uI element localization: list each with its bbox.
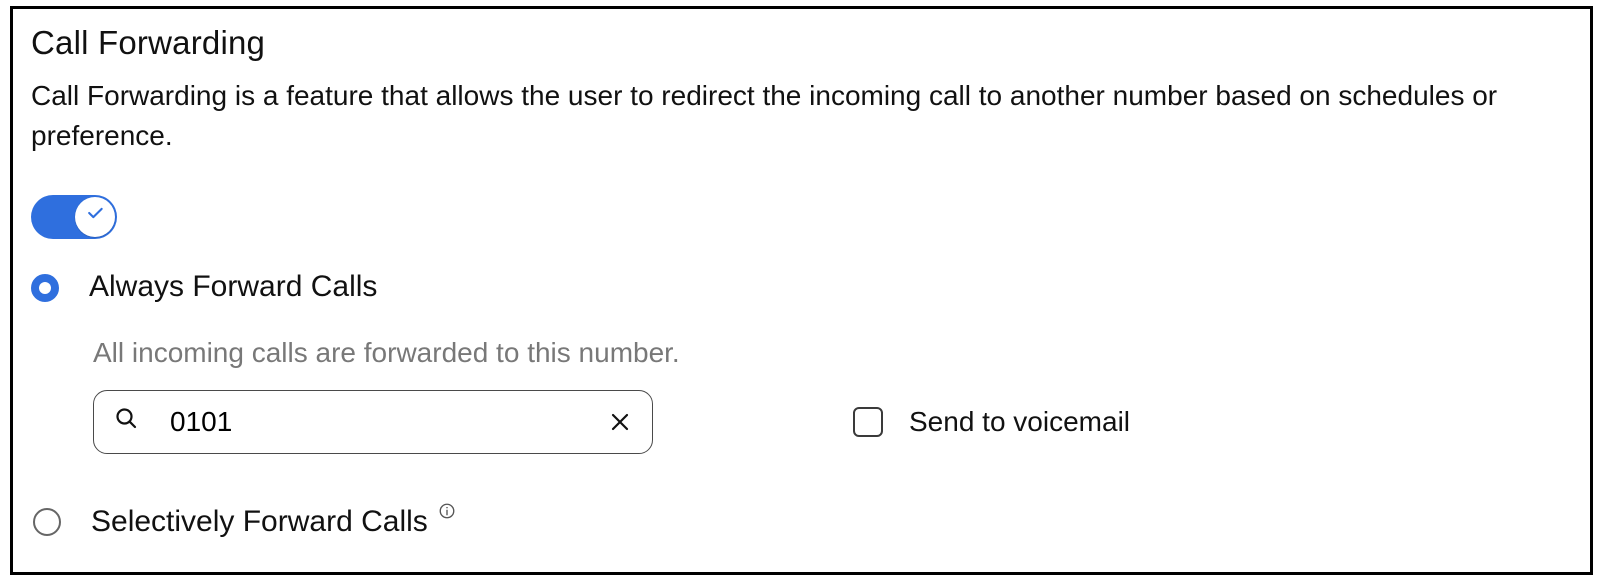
option-selectively-forward: Selectively Forward Calls: [33, 502, 1572, 543]
voicemail-label: Send to voicemail: [909, 403, 1130, 441]
option-label: Selectively Forward Calls: [91, 502, 456, 543]
section-title: Call Forwarding: [31, 21, 1572, 66]
radio-selectively-forward[interactable]: [33, 508, 61, 536]
send-to-voicemail-option: Send to voicemail: [853, 403, 1130, 441]
option-label: Always Forward Calls: [89, 267, 377, 308]
toggle-knob: [75, 197, 115, 237]
call-forwarding-panel: Call Forwarding Call Forwarding is a fea…: [10, 6, 1593, 575]
voicemail-checkbox[interactable]: [853, 407, 883, 437]
forward-number-field[interactable]: [93, 390, 653, 454]
always-forward-subtext: All incoming calls are forwarded to this…: [93, 334, 1572, 372]
info-icon[interactable]: [438, 502, 456, 520]
forward-number-input[interactable]: [168, 405, 608, 439]
section-description: Call Forwarding is a feature that allows…: [31, 76, 1572, 157]
check-icon: [85, 203, 105, 230]
clear-input-button[interactable]: [608, 410, 632, 434]
option-always-forward: Always Forward Calls: [31, 267, 1572, 308]
radio-always-forward[interactable]: [31, 274, 59, 302]
search-icon: [114, 406, 138, 437]
always-forward-details: All incoming calls are forwarded to this…: [93, 334, 1572, 454]
call-forwarding-toggle[interactable]: [31, 195, 117, 239]
close-icon: [608, 421, 632, 438]
